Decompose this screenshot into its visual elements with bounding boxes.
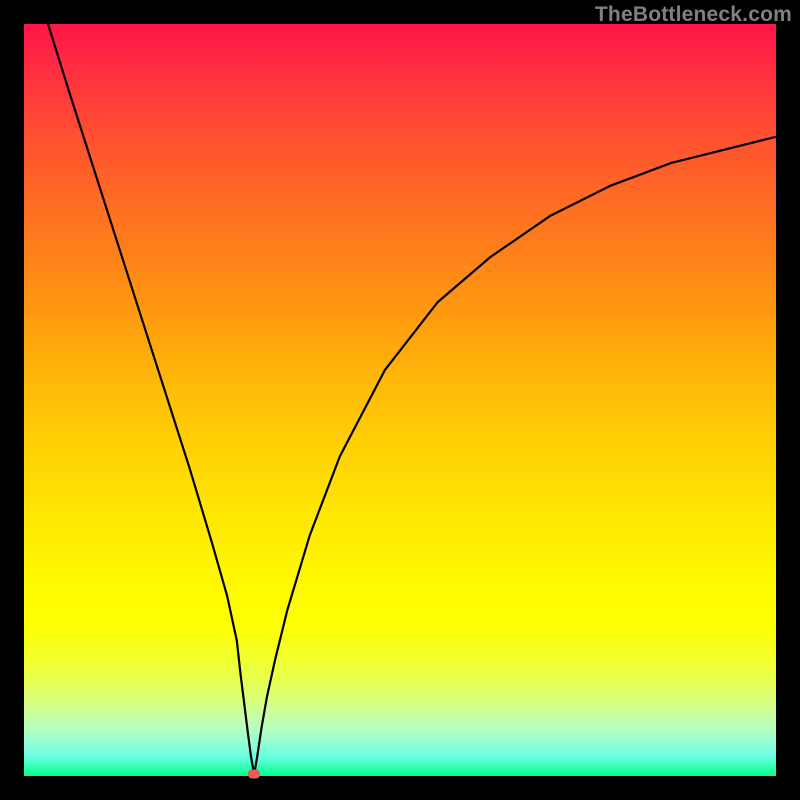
watermark-text: TheBottleneck.com	[595, 3, 792, 27]
line-curve	[24, 24, 776, 776]
plot-area	[24, 24, 776, 776]
chart-container: TheBottleneck.com	[0, 0, 800, 800]
minimum-marker	[248, 770, 260, 779]
